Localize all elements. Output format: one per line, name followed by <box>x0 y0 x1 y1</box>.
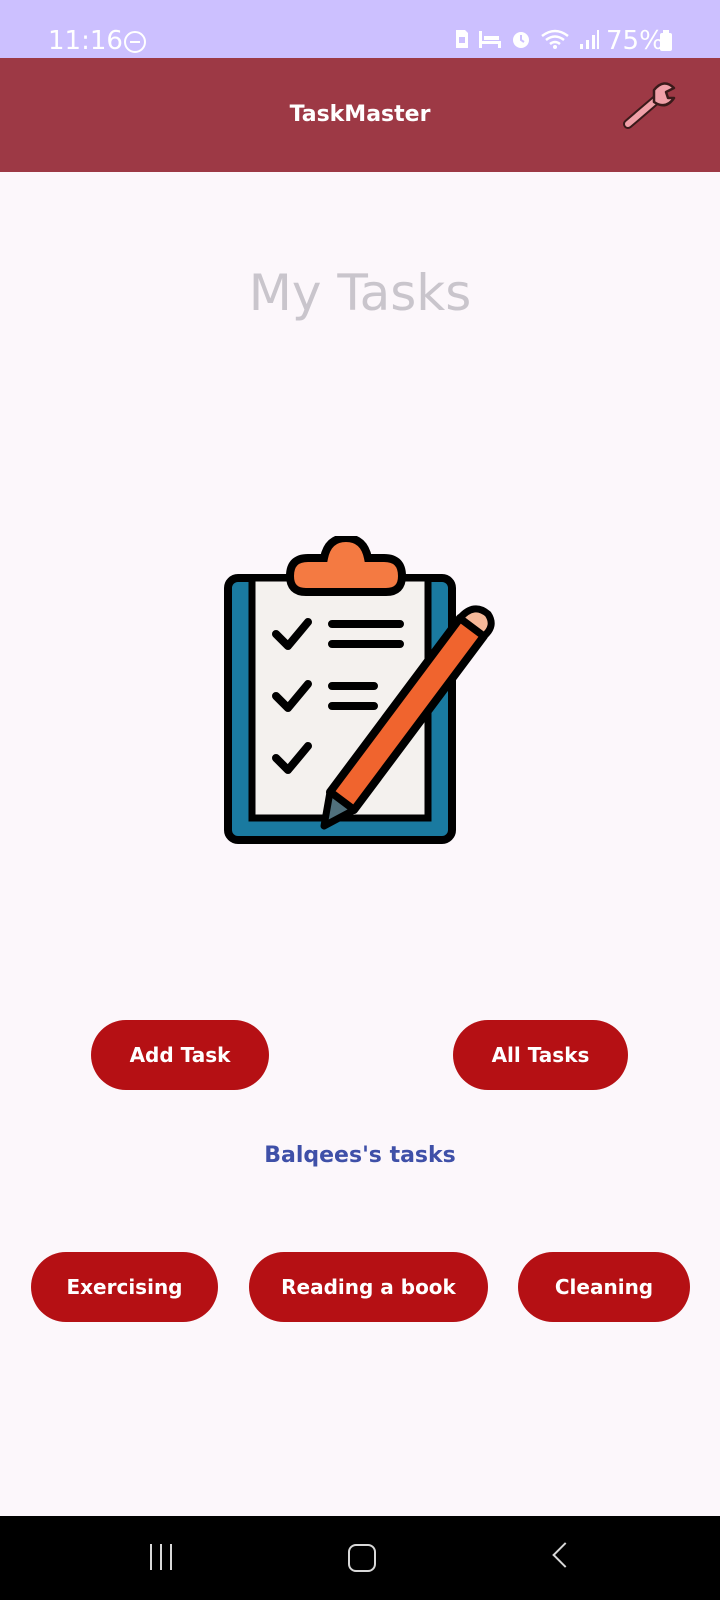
battery-percent: 75% <box>606 26 664 56</box>
app-bar: TaskMaster <box>0 58 720 172</box>
status-time: 11:16 <box>48 26 123 56</box>
back-icon[interactable] <box>552 1542 578 1568</box>
wrench-icon <box>623 82 676 129</box>
alarm-icon <box>513 32 529 48</box>
dnd-icon <box>124 31 146 53</box>
all-tasks-button[interactable]: All Tasks <box>453 1020 628 1090</box>
app-title: TaskMaster <box>289 102 431 127</box>
status-bar: 11:16 75% <box>0 0 720 58</box>
add-task-button[interactable]: Add Task <box>91 1020 269 1090</box>
recent-apps-icon[interactable] <box>150 1544 172 1570</box>
task-button-exercising[interactable]: Exercising <box>31 1252 218 1322</box>
status-icons <box>454 28 600 50</box>
sim-icon <box>456 30 468 48</box>
task-button-reading[interactable]: Reading a book <box>249 1252 488 1322</box>
bed-icon <box>479 31 501 48</box>
signal-icon <box>580 30 599 49</box>
user-tasks-label: Balqees's tasks <box>264 1143 456 1168</box>
page-title: My Tasks <box>248 264 472 322</box>
battery-icon <box>660 30 672 51</box>
task-button-cleaning[interactable]: Cleaning <box>518 1252 690 1322</box>
clipboard-illustration <box>224 536 495 844</box>
wifi-icon <box>541 29 569 49</box>
settings-button[interactable] <box>620 80 680 130</box>
home-icon[interactable] <box>348 1544 376 1572</box>
navigation-bar <box>0 1516 720 1600</box>
